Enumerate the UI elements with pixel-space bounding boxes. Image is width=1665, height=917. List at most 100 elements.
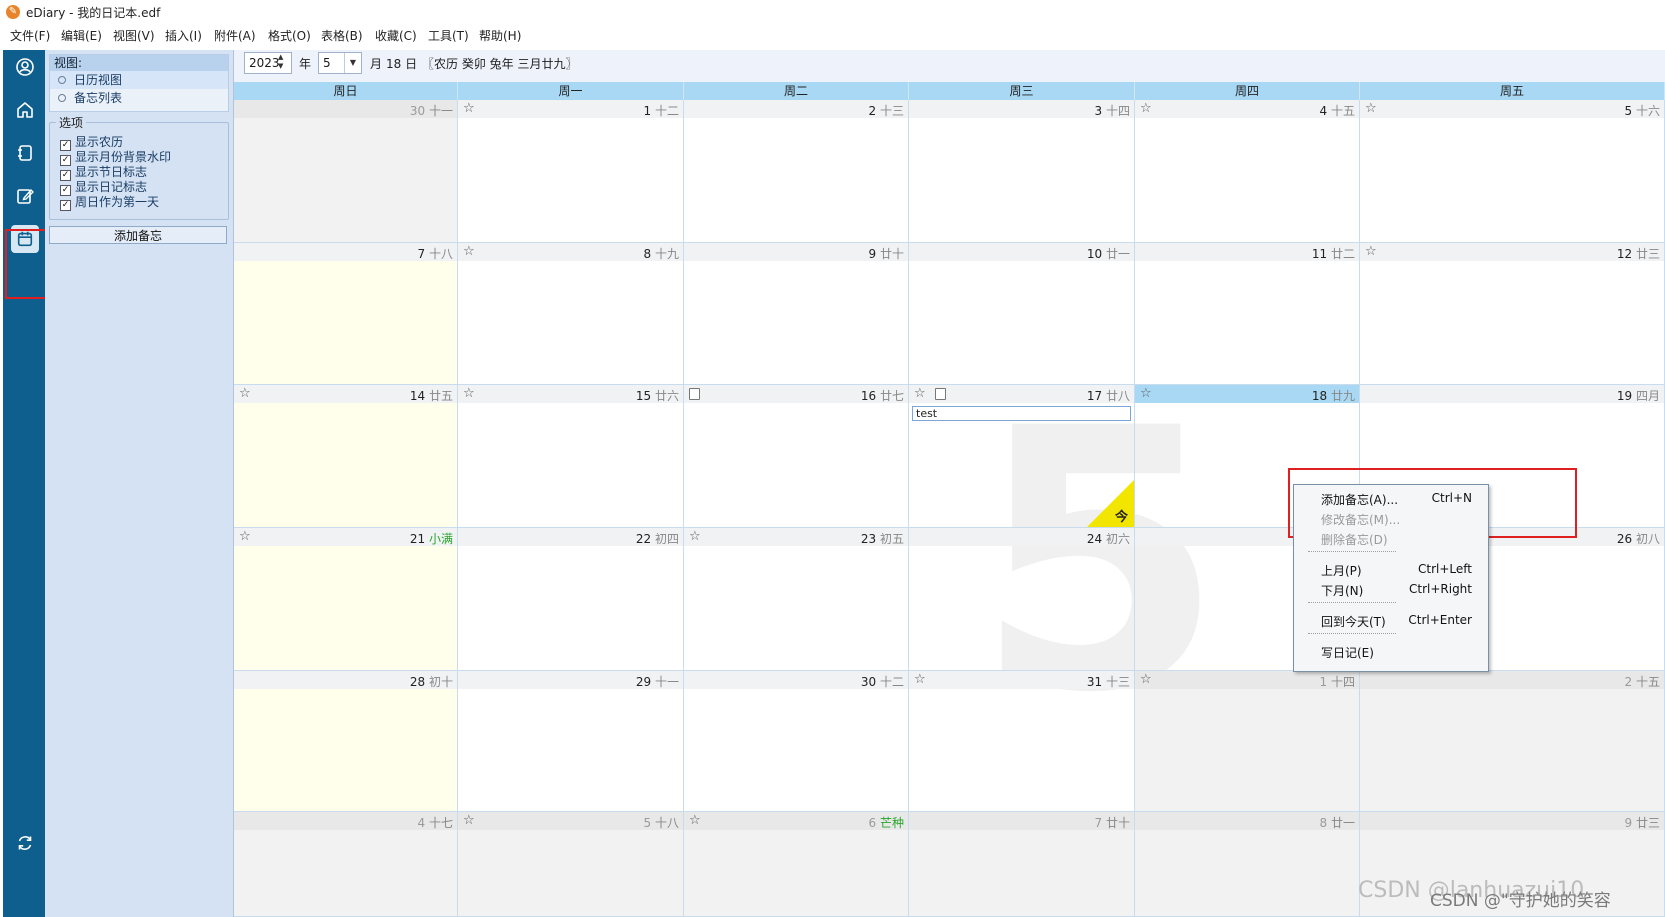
calendar-day[interactable]: ☆ 12 廿三 bbox=[1360, 243, 1665, 385]
star-icon[interactable]: ☆ bbox=[463, 386, 475, 402]
calendar-day[interactable]: 3 十四 bbox=[909, 100, 1135, 243]
day-number-value: 23 bbox=[860, 532, 877, 546]
calendar-day[interactable]: ☆ 21 小满 bbox=[234, 528, 458, 671]
star-icon[interactable]: ☆ bbox=[463, 813, 475, 829]
view-memo-list[interactable]: 备忘列表 bbox=[50, 89, 228, 107]
menu-insert[interactable]: 插入(I) bbox=[165, 27, 202, 44]
calendar-day[interactable]: 7 廿十 bbox=[909, 812, 1135, 917]
calendar-day[interactable]: 28 初十 bbox=[234, 671, 458, 812]
menu-attachment[interactable]: 附件(A) bbox=[214, 27, 256, 44]
day-number-value: 3 bbox=[1094, 104, 1103, 118]
star-icon[interactable]: ☆ bbox=[239, 386, 251, 402]
window-title: eDiary - 我的日记本.edf bbox=[26, 6, 161, 20]
calendar-day[interactable]: ☆ 4 十五 bbox=[1135, 100, 1360, 243]
menu-table[interactable]: 表格(B) bbox=[321, 27, 363, 44]
calendar-day[interactable]: 22 初四 bbox=[458, 528, 684, 671]
calendar-day[interactable]: 24 初六 bbox=[909, 528, 1135, 671]
star-icon[interactable]: ☆ bbox=[689, 813, 701, 829]
calendar-day[interactable]: ☆ 6 芒种 bbox=[684, 812, 909, 917]
menu-item-write-diary[interactable]: 写日记(E) bbox=[1321, 644, 1374, 661]
lunar-day-label: 十三 bbox=[879, 104, 904, 118]
star-icon[interactable]: ☆ bbox=[239, 529, 251, 545]
day-number-value: 6 bbox=[868, 816, 877, 830]
sync-icon[interactable] bbox=[11, 829, 39, 857]
chevron-down-icon[interactable]: ▼ bbox=[344, 53, 361, 73]
menu-item-add-memo[interactable]: 添加备忘(A)... bbox=[1321, 491, 1398, 508]
calendar-day[interactable]: ☆ 1 十二 bbox=[458, 100, 684, 243]
options-group: 选项 ✓ 显示农历 ✓ 显示月份背景水印 ✓ 显示节日标志 ✓ 显示日记标志 ✓ 周日作为… bbox=[49, 114, 229, 220]
shortcut-go-today: Ctrl+Enter bbox=[1408, 613, 1472, 627]
memo-entry[interactable]: test bbox=[912, 406, 1131, 421]
menu-view[interactable]: 视图(V) bbox=[113, 27, 155, 44]
day-number-value: 2 bbox=[868, 104, 877, 118]
day-number-value: 30 bbox=[860, 675, 877, 689]
calendar-day[interactable]: ☆ 14 廿五 bbox=[234, 385, 458, 528]
spinner-arrows-icon[interactable]: ▲ ▼ bbox=[278, 53, 288, 71]
user-icon[interactable] bbox=[11, 53, 39, 81]
calendar-day[interactable]: 8 廿一 bbox=[1135, 812, 1360, 917]
day-number: 6 芒种 bbox=[869, 814, 904, 831]
option-sunday-first[interactable]: ✓ 周日作为第一天 bbox=[60, 193, 159, 211]
calendar-day[interactable]: ☆ 5 十六 bbox=[1360, 100, 1665, 243]
menu-tools[interactable]: 工具(T) bbox=[428, 27, 469, 44]
calendar-day[interactable]: ☆ 31 十三 bbox=[909, 671, 1135, 812]
diary-book-icon[interactable] bbox=[11, 139, 39, 167]
menu-item-next-month[interactable]: 下月(N) bbox=[1321, 582, 1363, 599]
calendar-day[interactable]: ☆ 1 十四 bbox=[1135, 671, 1360, 812]
star-icon[interactable]: ☆ bbox=[1365, 244, 1377, 260]
star-icon[interactable]: ☆ bbox=[463, 101, 475, 117]
calendar-day[interactable]: 2 十三 bbox=[684, 100, 909, 243]
calendar-day[interactable]: ☆ 8 十九 bbox=[458, 243, 684, 385]
star-icon[interactable]: ☆ bbox=[1140, 101, 1152, 117]
menu-file[interactable]: 文件(F) bbox=[10, 27, 50, 44]
option-show-holiday-mark[interactable]: ✓ 显示节日标志 bbox=[60, 163, 147, 181]
add-memo-button[interactable]: 添加备忘 bbox=[49, 226, 227, 244]
option-show-month-watermark[interactable]: ✓ 显示月份背景水印 bbox=[60, 148, 171, 166]
star-icon[interactable]: ☆ bbox=[1140, 386, 1152, 402]
menu-item-go-today[interactable]: 回到今天(T) bbox=[1321, 613, 1386, 630]
star-icon[interactable]: ☆ bbox=[914, 672, 926, 688]
star-icon[interactable]: ☆ bbox=[1140, 672, 1152, 688]
month-select[interactable]: 5 ▼ bbox=[318, 52, 362, 74]
calendar-day[interactable]: 29 十一 bbox=[458, 671, 684, 812]
day-number-value: 18 bbox=[1311, 389, 1328, 403]
calendar-day[interactable]: 2 十五 bbox=[1360, 671, 1665, 812]
star-icon[interactable]: ☆ bbox=[463, 244, 475, 260]
menu-help[interactable]: 帮助(H) bbox=[479, 27, 521, 44]
edit-icon[interactable] bbox=[11, 182, 39, 210]
menu-item-prev-month[interactable]: 上月(P) bbox=[1321, 562, 1362, 579]
day-number-value: 1 bbox=[1319, 675, 1328, 689]
calendar-day[interactable]: 11 廿二 bbox=[1135, 243, 1360, 385]
day-number: 15 廿六 bbox=[636, 387, 679, 404]
calendar-day[interactable]: ☆ 23 初五 bbox=[684, 528, 909, 671]
home-icon[interactable] bbox=[11, 96, 39, 124]
day-number-value: 15 bbox=[635, 389, 652, 403]
weekday-header: 周日 bbox=[234, 82, 458, 100]
calendar-day[interactable]: 10 廿一 bbox=[909, 243, 1135, 385]
csdn-watermark-secondary: CSDN @"守护她的笑容 bbox=[1430, 891, 1611, 911]
calendar-day[interactable]: ☆ 5 十八 bbox=[458, 812, 684, 917]
menu-favorites[interactable]: 收藏(C) bbox=[375, 27, 417, 44]
calendar-day[interactable]: 30 十一 bbox=[234, 100, 458, 243]
star-icon[interactable]: ☆ bbox=[689, 529, 701, 545]
lunar-day-label: 十五 bbox=[1635, 675, 1660, 689]
view-header: 视图: bbox=[50, 55, 228, 71]
calendar-day[interactable]: 30 十二 bbox=[684, 671, 909, 812]
calendar-day[interactable]: 9 廿十 bbox=[684, 243, 909, 385]
day-number-value: 24 bbox=[1086, 532, 1103, 546]
view-calendar[interactable]: 日历视图 bbox=[50, 71, 228, 89]
calendar-day[interactable]: 16 廿七 bbox=[684, 385, 909, 528]
star-icon[interactable]: ☆ bbox=[914, 386, 926, 402]
day-number-value: 1 bbox=[643, 104, 652, 118]
option-show-diary-mark[interactable]: ✓ 显示日记标志 bbox=[60, 178, 147, 196]
calendar-day[interactable]: 7 十八 bbox=[234, 243, 458, 385]
calendar-day[interactable]: 4 十七 bbox=[234, 812, 458, 917]
lunar-day-label: 十八 bbox=[428, 247, 453, 261]
day-number: 28 初十 bbox=[410, 673, 453, 690]
day-number: 7 廿十 bbox=[1095, 814, 1130, 831]
star-icon[interactable]: ☆ bbox=[1365, 101, 1377, 117]
calendar-day[interactable]: ☆ 15 廿六 bbox=[458, 385, 684, 528]
option-show-lunar[interactable]: ✓ 显示农历 bbox=[60, 133, 123, 151]
menu-edit[interactable]: 编辑(E) bbox=[61, 27, 102, 44]
menu-format[interactable]: 格式(O) bbox=[268, 27, 311, 44]
